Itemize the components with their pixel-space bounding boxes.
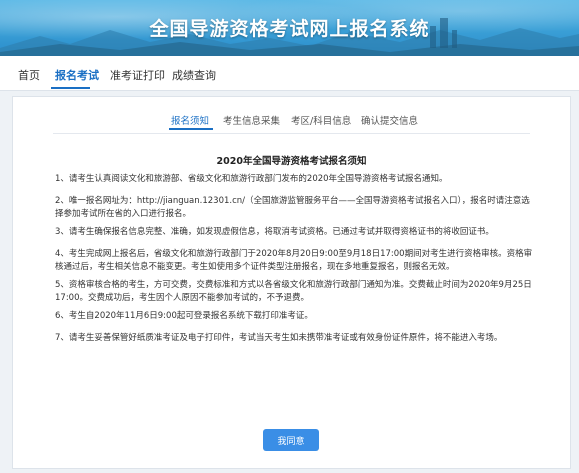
tab-active-indicator [169,128,213,130]
notice-paragraph: 5、资格审核合格的考生，方可交费，交费标准和方式以各省级文化和旅游行政部门通知为… [55,280,532,303]
notice-paragraph: 2、唯一报名网址为：http://jianguan.12301.cn/（全国旅游… [55,196,530,219]
header-banner: 全国导游资格考试网上报名系统 [0,0,579,56]
notice-paragraph: 6、考生自2020年11月6日9:00起可登录报名系统下载打印准考证。 [55,311,313,321]
nav-item-registration[interactable]: 报名考试 [55,67,99,83]
notice-title: 2020年全国导游资格考试报名须知 [216,156,367,167]
tab-exam-area-subject[interactable]: 考区/科目信息 [291,113,351,127]
nav-item-home[interactable]: 首页 [18,67,40,83]
tab-registration-notice[interactable]: 报名须知 [171,113,209,127]
notice-paragraph: 1、请考生认真阅读文化和旅游部、省级文化和旅游行政部门发布的2020年全国导游资… [55,174,448,184]
notice-paragraph: 4、考生完成网上报名后，省级文化和旅游行政部门于2020年8月20日9:00至9… [55,249,533,272]
step-tabs: 报名须知 考生信息采集 考区/科目信息 确认提交信息 [13,97,570,133]
notice-paragraph: 3、请考生确保报名信息完整、准确，如发现虚假信息，将取消考试资格。已通过考试并取… [55,227,494,237]
main-panel: 报名须知 考生信息采集 考区/科目信息 确认提交信息 2020年全国导游资格考试… [12,96,571,469]
top-nav: 首页 报名考试 准考证打印 成绩查询 [0,56,579,91]
notice-paragraph: 7、请考生妥善保管好纸质准考证及电子打印件，考试当天考生如未携带准考证或有效身份… [55,333,503,343]
agree-button[interactable]: 我同意 [263,429,319,451]
nav-active-indicator [51,87,90,89]
banner-title: 全国导游资格考试网上报名系统 [149,18,430,40]
tab-confirm-submit[interactable]: 确认提交信息 [361,113,418,127]
tabs-divider [53,133,530,134]
nav-item-admission-ticket[interactable]: 准考证打印 [110,67,165,83]
nav-item-score-query[interactable]: 成绩查询 [172,67,216,83]
tab-candidate-info[interactable]: 考生信息采集 [223,113,280,127]
